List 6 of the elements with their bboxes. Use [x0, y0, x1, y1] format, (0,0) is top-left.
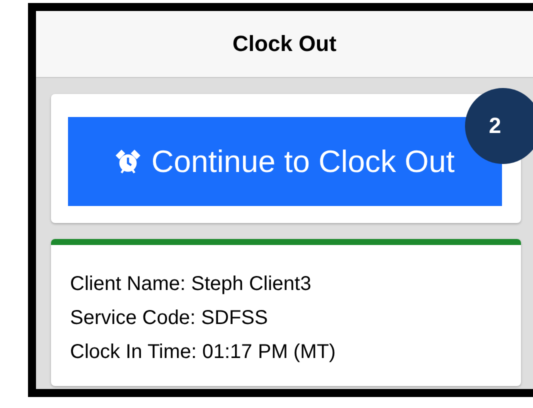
visit-detail: Clock In Time: 01:17 PM (MT) — [70, 340, 337, 365]
alarm-clock-icon — [115, 148, 142, 174]
step-badge: 2 — [465, 88, 533, 164]
visit-detail: Client Name: Steph Client3 — [70, 272, 312, 297]
page-title: Clock Out — [232, 31, 336, 57]
visit-detail: Service Code: SDFSS — [70, 306, 269, 331]
